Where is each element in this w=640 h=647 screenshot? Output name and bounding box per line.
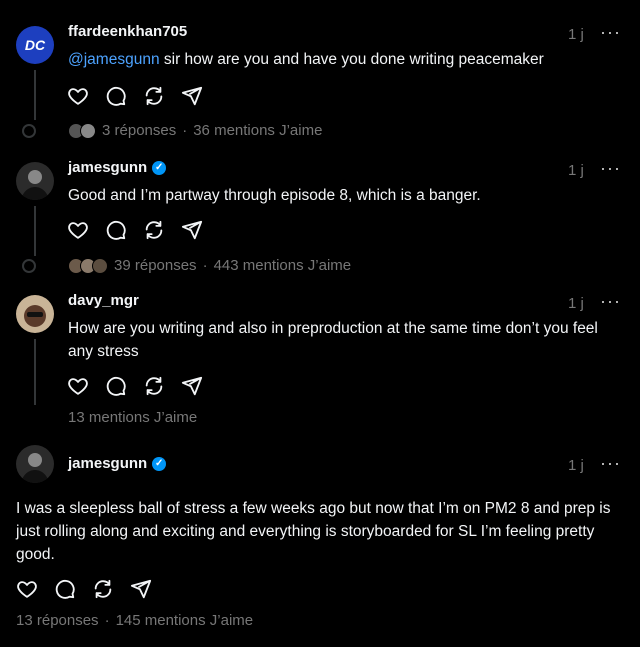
post-text: I was a sleepless ball of stress a few w… (16, 500, 611, 563)
heart-icon[interactable] (66, 84, 90, 108)
reply-avatars (68, 257, 108, 274)
share-icon[interactable] (180, 84, 204, 108)
thread-line (34, 206, 36, 256)
post-stats: 3 réponses · 36 mentions J’aime (68, 122, 322, 139)
separator: · (182, 122, 188, 139)
username-text[interactable]: jamesgunn (68, 159, 147, 176)
post-4: jamesgunn ✓ 1 j ··· I was a sleepless ba… (0, 435, 640, 647)
more-options-icon[interactable]: ··· (600, 158, 621, 179)
avatar[interactable] (16, 445, 54, 483)
username[interactable]: ffardeenkhan705 (68, 23, 187, 40)
replies-count[interactable]: 13 réponses (16, 612, 99, 629)
share-icon[interactable] (180, 218, 204, 242)
avatar[interactable] (16, 295, 54, 333)
share-icon[interactable] (180, 374, 204, 398)
replies-count[interactable]: 3 réponses (102, 122, 176, 139)
username[interactable]: davy_mgr (68, 292, 139, 309)
username-text[interactable]: davy_mgr (68, 292, 139, 309)
repost-icon[interactable] (142, 218, 166, 242)
verified-badge-icon: ✓ (152, 456, 167, 471)
avatar[interactable] (16, 162, 54, 200)
thread-line (34, 339, 36, 405)
likes-count[interactable]: 13 mentions J’aime (68, 409, 197, 426)
action-bar (66, 84, 204, 108)
post-stats: 13 réponses · 145 mentions J’aime (16, 612, 253, 629)
username[interactable]: jamesgunn ✓ (68, 455, 167, 472)
separator: · (104, 612, 110, 629)
heart-icon[interactable] (15, 577, 39, 601)
action-bar (66, 374, 204, 398)
timestamp: 1 j (568, 26, 584, 43)
post-1: DC ffardeenkhan705 1 j ··· @jamesgunn si… (0, 0, 640, 150)
username[interactable]: jamesgunn ✓ (68, 159, 167, 176)
post-stats: 39 réponses · 443 mentions J’aime (68, 257, 351, 274)
post-text: How are you writing and also in preprodu… (68, 320, 598, 360)
mention-link[interactable]: @jamesgunn (68, 51, 160, 68)
share-icon[interactable] (129, 577, 153, 601)
heart-icon[interactable] (66, 374, 90, 398)
more-options-icon[interactable]: ··· (600, 22, 621, 43)
action-bar (15, 577, 153, 601)
likes-count[interactable]: 443 mentions J’aime (214, 257, 352, 274)
repost-icon[interactable] (91, 577, 115, 601)
post-stats: 13 mentions J’aime (68, 409, 197, 426)
more-options-icon[interactable]: ··· (600, 453, 621, 474)
replies-count[interactable]: 39 réponses (114, 257, 197, 274)
likes-count[interactable]: 145 mentions J’aime (116, 612, 254, 629)
more-options-icon[interactable]: ··· (600, 291, 621, 312)
verified-badge-icon: ✓ (152, 160, 167, 175)
timestamp: 1 j (568, 295, 584, 312)
heart-icon[interactable] (66, 218, 90, 242)
username-text[interactable]: jamesgunn (68, 455, 147, 472)
comment-icon[interactable] (104, 84, 128, 108)
likes-count[interactable]: 36 mentions J’aime (193, 122, 322, 139)
separator: · (202, 257, 208, 274)
post-text: @jamesgunn sir how are you and have you … (68, 48, 608, 71)
repost-icon[interactable] (142, 84, 166, 108)
post-2: jamesgunn ✓ 1 j ··· Good and I’m partway… (0, 150, 640, 285)
timestamp: 1 j (568, 162, 584, 179)
comment-icon[interactable] (104, 374, 128, 398)
thread-loop (22, 259, 36, 273)
post-3: davy_mgr 1 j ··· How are you writing and… (0, 285, 640, 435)
timestamp: 1 j (568, 457, 584, 474)
repost-icon[interactable] (142, 374, 166, 398)
username-text[interactable]: ffardeenkhan705 (68, 23, 187, 40)
reply-avatars (68, 122, 96, 139)
comment-icon[interactable] (104, 218, 128, 242)
action-bar (66, 218, 204, 242)
avatar[interactable]: DC (16, 26, 54, 64)
thread-loop (22, 124, 36, 138)
post-text: Good and I’m partway through episode 8, … (68, 187, 481, 204)
comment-icon[interactable] (53, 577, 77, 601)
post-body: sir how are you and have you done writin… (159, 51, 544, 68)
thread-line (34, 70, 36, 120)
